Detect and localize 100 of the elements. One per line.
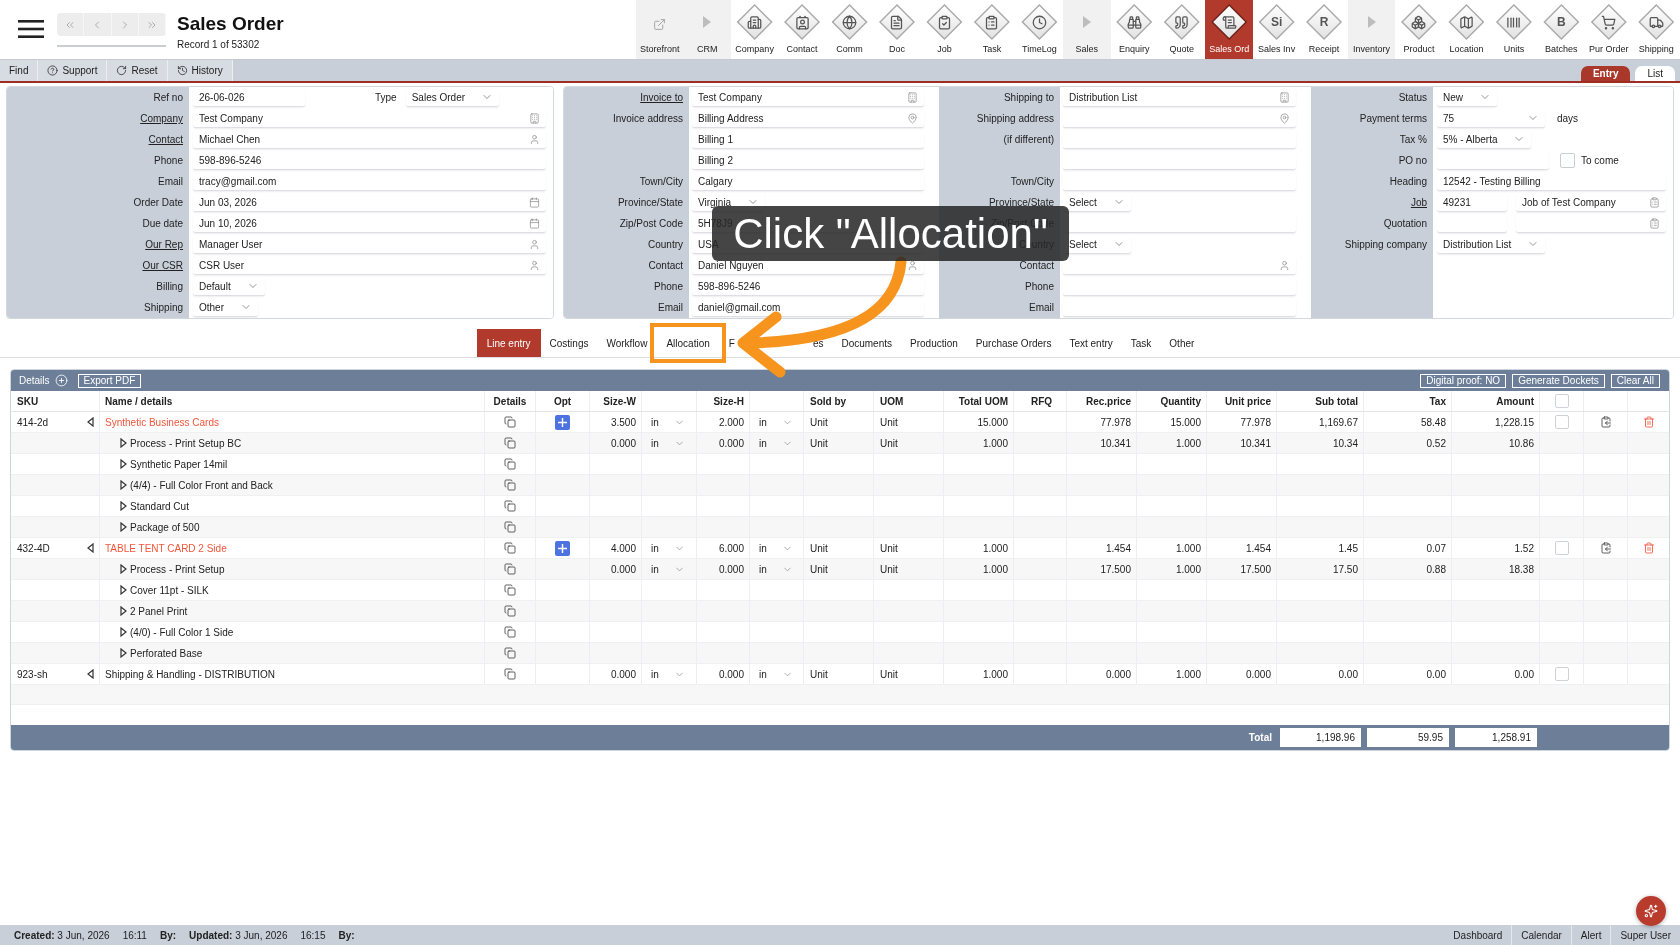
label-link[interactable]: Invoice to: [640, 90, 683, 105]
status-link[interactable]: Alert: [1570, 925, 1611, 945]
toolbar-button[interactable]: Export PDF: [77, 373, 142, 388]
unit-select[interactable]: in: [642, 561, 685, 577]
input-field[interactable]: [1063, 277, 1296, 296]
tab[interactable]: Documents: [832, 329, 901, 357]
tab[interactable]: Purchase Orders: [966, 329, 1061, 357]
clipboard-icon[interactable]: [1599, 416, 1612, 428]
copy-icon[interactable]: [504, 542, 516, 554]
input-field[interactable]: Calgary: [692, 172, 924, 191]
trash-icon[interactable]: [1642, 416, 1655, 428]
trash-icon[interactable]: [1642, 542, 1655, 554]
status-link[interactable]: Dashboard: [1444, 925, 1512, 945]
copy-icon[interactable]: [504, 458, 516, 470]
caret-right-icon[interactable]: [120, 501, 127, 511]
toolbar-button[interactable]: Digital proof: NO: [1420, 373, 1507, 388]
caret-right-icon[interactable]: [120, 627, 127, 637]
caret-right-icon[interactable]: [120, 606, 127, 616]
copy-icon[interactable]: [504, 605, 516, 617]
toolbar-button[interactable]: Find: [0, 60, 39, 81]
unit-select[interactable]: in: [642, 540, 685, 556]
toolbar-button[interactable]: Support: [38, 60, 108, 81]
caret-left-icon[interactable]: [86, 417, 94, 427]
label-link[interactable]: Company: [140, 111, 183, 126]
dropdown[interactable]: Select: [1063, 193, 1131, 212]
unit-select[interactable]: in: [750, 435, 793, 451]
input-field[interactable]: [1063, 172, 1296, 191]
caret-left-icon[interactable]: [86, 543, 94, 553]
dropdown[interactable]: 75: [1437, 109, 1545, 128]
input-field[interactable]: 49231: [1437, 193, 1507, 212]
dropdown[interactable]: Sales Order: [405, 88, 500, 107]
add-icon[interactable]: [54, 374, 68, 387]
input-field[interactable]: Distribution List: [1063, 88, 1296, 107]
caret-right-icon[interactable]: [120, 522, 127, 532]
input-field[interactable]: 12542 - Testing Billing: [1437, 172, 1666, 191]
toolbar-button[interactable]: Generate Dockets: [1512, 373, 1605, 388]
checkbox[interactable]: [1554, 541, 1569, 555]
input-field[interactable]: Michael Chen: [193, 130, 546, 149]
label-link[interactable]: Our CSR: [142, 258, 183, 273]
input-field[interactable]: 26-06-026: [193, 88, 305, 107]
unit-select[interactable]: in: [750, 414, 793, 430]
input-field[interactable]: [1063, 109, 1296, 128]
input-field[interactable]: Billing Address: [692, 109, 924, 128]
input-field[interactable]: 598-896-5246: [692, 277, 924, 296]
module-button[interactable]: Sales: [1063, 0, 1111, 59]
tab[interactable]: Other: [1160, 329, 1204, 357]
copy-icon[interactable]: [504, 500, 516, 512]
label-link[interactable]: Our Rep: [145, 237, 183, 252]
unit-select[interactable]: in: [750, 666, 793, 682]
unit-select[interactable]: in: [642, 414, 685, 430]
module-button[interactable]: Storefront: [636, 0, 684, 59]
dropdown[interactable]: Distribution List: [1437, 235, 1546, 254]
checkbox[interactable]: [1554, 667, 1569, 681]
input-field[interactable]: tracy@gmail.com: [193, 172, 546, 191]
caret-right-icon[interactable]: [120, 648, 127, 658]
tab[interactable]: Costings: [540, 329, 598, 357]
tab[interactable]: Allocation: [650, 323, 726, 363]
checkbox[interactable]: [1554, 415, 1569, 429]
tab[interactable]: Task: [1121, 329, 1161, 357]
dropdown[interactable]: Other: [193, 298, 258, 317]
input-field[interactable]: [1437, 151, 1549, 170]
input-field[interactable]: Test Company: [692, 88, 924, 107]
input-field[interactable]: Test Company: [193, 109, 546, 128]
label-link[interactable]: Contact: [148, 132, 183, 147]
status-link[interactable]: Calendar: [1511, 925, 1571, 945]
tab[interactable]: es: [803, 329, 833, 357]
checkbox[interactable]: [1560, 153, 1575, 168]
input-field[interactable]: [1063, 130, 1296, 149]
copy-icon[interactable]: [504, 521, 516, 533]
copy-icon[interactable]: [504, 416, 516, 428]
input-field[interactable]: [1516, 214, 1666, 233]
caret-right-icon[interactable]: [120, 585, 127, 595]
input-field[interactable]: [1063, 298, 1296, 317]
tab[interactable]: Text entry: [1060, 329, 1122, 357]
plus-icon[interactable]: [555, 414, 570, 430]
copy-icon[interactable]: [504, 626, 516, 638]
unit-select[interactable]: in: [642, 435, 685, 451]
input-field[interactable]: Billing 2: [692, 151, 924, 170]
view-tab[interactable]: Entry: [1580, 66, 1631, 81]
input-field[interactable]: Jun 03, 2026: [193, 193, 546, 212]
copy-icon[interactable]: [504, 437, 516, 449]
module-button[interactable]: Sales Ord: [1205, 0, 1253, 59]
menu-button[interactable]: [17, 17, 45, 41]
caret-right-icon[interactable]: [120, 564, 127, 574]
caret-right-icon[interactable]: [120, 459, 127, 469]
unit-select[interactable]: in: [750, 561, 793, 577]
checkbox[interactable]: [1554, 394, 1569, 408]
input-field[interactable]: Manager User: [193, 235, 546, 254]
input-field[interactable]: CSR User: [193, 256, 546, 275]
floating-action-button[interactable]: [1636, 896, 1666, 926]
module-button[interactable]: Inventory: [1347, 0, 1396, 59]
input-field[interactable]: [1063, 256, 1296, 275]
caret-right-icon[interactable]: [120, 438, 127, 448]
label-link[interactable]: Job: [1410, 195, 1427, 210]
dropdown[interactable]: 5% - Alberta: [1437, 130, 1532, 149]
copy-icon[interactable]: [504, 647, 516, 659]
plus-icon[interactable]: [555, 540, 570, 556]
copy-icon[interactable]: [504, 584, 516, 596]
input-field[interactable]: Job of Test Company: [1516, 193, 1666, 212]
module-button[interactable]: CRM: [683, 0, 731, 59]
